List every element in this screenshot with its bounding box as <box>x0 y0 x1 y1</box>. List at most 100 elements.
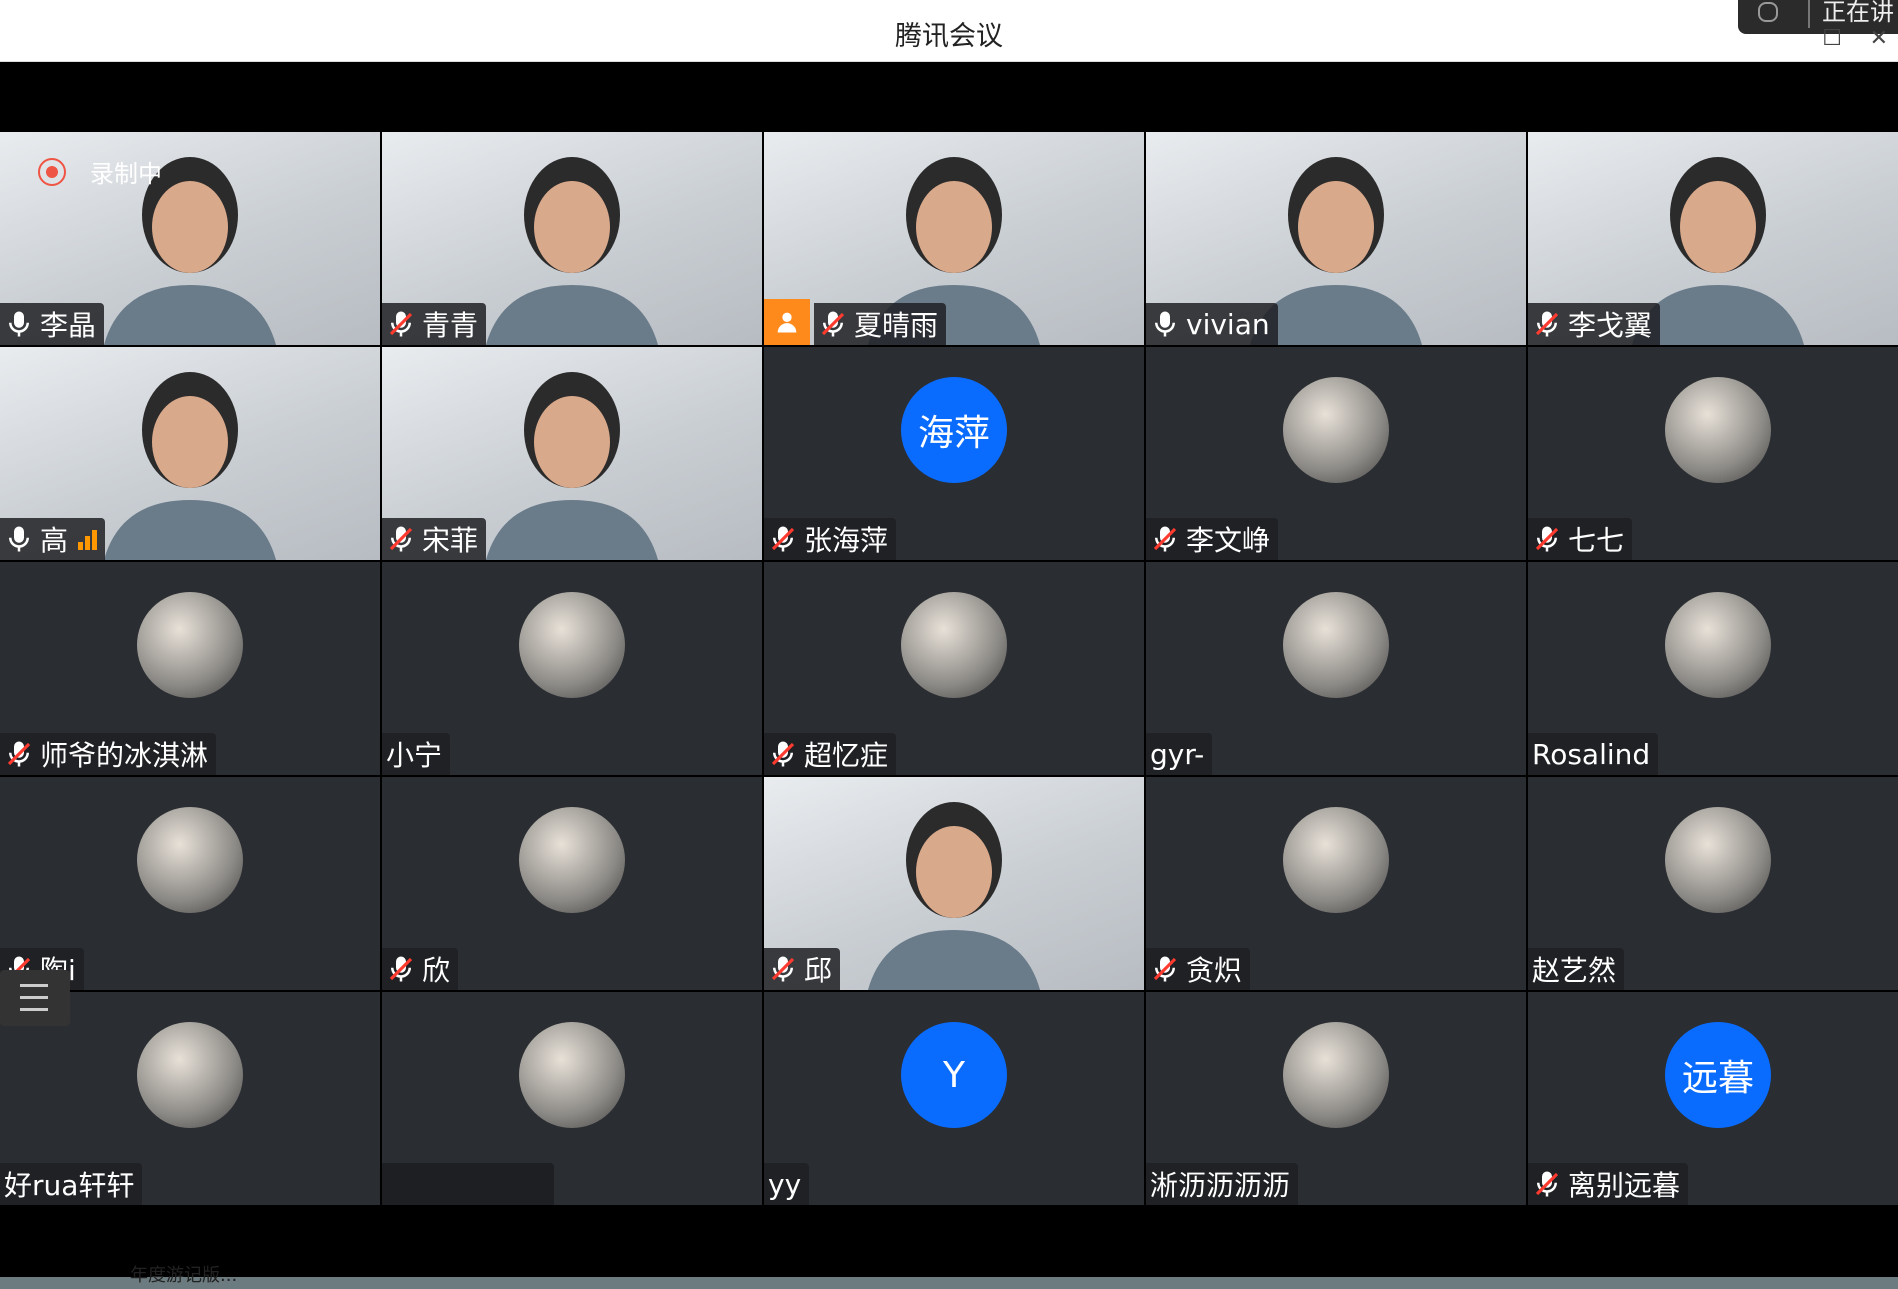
name-tag: 赵艺然 <box>1528 948 1625 990</box>
participant-tile[interactable]: gyr- <box>1146 562 1526 775</box>
microphone-muted-icon <box>386 309 416 339</box>
participant-tile[interactable]: 欣 <box>382 777 762 990</box>
name-tag: 好rua轩轩 <box>0 1163 143 1205</box>
microphone-muted-icon <box>1532 309 1562 339</box>
participant-tile[interactable]: 小宁 <box>382 562 762 775</box>
maximize-icon[interactable]: ☐ <box>1822 26 1842 51</box>
name-tag: 李文峥 <box>1146 518 1279 560</box>
participant-tile[interactable]: 青青 <box>382 132 762 345</box>
participant-name: Rosalind <box>1532 737 1651 771</box>
participant-list-button[interactable] <box>0 970 70 1026</box>
participant-tile[interactable]: 夏晴雨 <box>764 132 1144 345</box>
participant-avatar <box>901 592 1007 698</box>
participant-tile[interactable]: 邱 <box>764 777 1144 990</box>
title-bar: 腾讯会议 正在讲 ☐ ✕ <box>0 0 1898 62</box>
microphone-icon <box>4 309 34 339</box>
participant-name: yy <box>768 1167 802 1201</box>
microphone-muted-icon <box>4 739 34 769</box>
microphone-muted-icon <box>1532 524 1562 554</box>
participant-tile[interactable]: 李文峥 <box>1146 347 1526 560</box>
participant-tile[interactable]: Yyy <box>764 992 1144 1205</box>
video-grid: 录制中 李晶 青青 夏晴雨 vivian 李戈翼高宋菲 海萍 张海萍 李文峥 七七 师爷的冰淇淋 小宁… <box>0 132 1898 1207</box>
participant-tile[interactable]: 李戈翼 <box>1528 132 1898 345</box>
name-tag: 师爷的冰淇淋 <box>0 733 217 775</box>
name-tag: 李戈翼 <box>1528 303 1661 345</box>
participant-tile[interactable]: Rosalind <box>1528 562 1898 775</box>
participant-name: 欣 <box>422 954 451 987</box>
participant-avatar <box>1665 807 1771 913</box>
participant-name: 夏晴雨 <box>854 309 939 342</box>
name-tag: gyr- <box>1146 733 1213 775</box>
participant-avatar <box>1283 592 1389 698</box>
name-tag: 高 <box>0 518 106 560</box>
microphone-muted-icon <box>386 954 416 984</box>
close-icon[interactable]: ✕ <box>1870 26 1888 51</box>
signal-strength-icon <box>78 528 98 550</box>
participant-avatar <box>519 807 625 913</box>
host-icon <box>764 299 810 345</box>
name-tag: 宋菲 <box>382 518 487 560</box>
participant-name: 张海萍 <box>804 524 889 557</box>
participant-avatar <box>137 807 243 913</box>
divider <box>1808 0 1810 28</box>
person-silhouette <box>90 350 290 560</box>
participant-avatar: 远暮 <box>1665 1022 1771 1128</box>
bottom-text: 年度游记版... <box>130 1265 238 1286</box>
participant-name: 师爷的冰淇淋 <box>40 739 209 772</box>
participant-tile[interactable]: 超忆症 <box>764 562 1144 775</box>
participant-name: 离别远暮 <box>1568 1169 1681 1202</box>
participant-name: 邱 <box>804 954 833 987</box>
participant-name: vivian <box>1186 307 1270 341</box>
person-silhouette <box>472 350 672 560</box>
participant-tile[interactable] <box>382 992 762 1205</box>
participant-avatar: Y <box>901 1022 1007 1128</box>
participant-tile[interactable]: 师爷的冰淇淋 <box>0 562 380 775</box>
recording-label: 录制中 <box>90 160 162 188</box>
name-tag: 张海萍 <box>764 518 897 560</box>
recording-indicator: 录制中 <box>38 154 162 189</box>
name-tag: 离别远暮 <box>1528 1163 1689 1205</box>
participant-avatar <box>1283 377 1389 483</box>
microphone-muted-icon <box>768 954 798 984</box>
name-tag: 贪炽 <box>1146 948 1251 990</box>
participant-name: 超忆症 <box>804 739 889 772</box>
participant-tile[interactable]: 淅沥沥沥沥 <box>1146 992 1526 1205</box>
participant-tile[interactable]: 海萍张海萍 <box>764 347 1144 560</box>
participant-avatar <box>137 1022 243 1128</box>
participant-name: 淅沥沥沥沥 <box>1150 1169 1291 1202</box>
participant-tile[interactable]: 宋菲 <box>382 347 762 560</box>
participant-avatar <box>1283 1022 1389 1128</box>
participant-tile[interactable]: vivian <box>1146 132 1526 345</box>
participant-tile[interactable]: 赵艺然 <box>1528 777 1898 990</box>
participant-tile[interactable]: 远暮离别远暮 <box>1528 992 1898 1205</box>
participant-avatar: 海萍 <box>901 377 1007 483</box>
participant-tile[interactable]: 陶i <box>0 777 380 990</box>
name-tag <box>382 1163 554 1205</box>
participant-name: 李文峥 <box>1186 524 1271 557</box>
microphone-muted-icon <box>1150 954 1180 984</box>
participant-name: 好rua轩轩 <box>4 1169 135 1202</box>
participant-name: 青青 <box>422 309 479 342</box>
participant-name: 李晶 <box>40 309 97 342</box>
participant-avatar <box>519 592 625 698</box>
participant-name: 小宁 <box>386 739 443 772</box>
participant-avatar <box>137 592 243 698</box>
microphone-muted-icon <box>1532 1169 1562 1199</box>
mic-icon <box>1758 2 1778 22</box>
name-tag: 小宁 <box>382 733 451 775</box>
name-tag: vivian <box>1146 303 1278 345</box>
participant-name: 宋菲 <box>422 524 479 557</box>
participant-name: 七七 <box>1568 524 1625 557</box>
taskbar-strip: 年度游记版... <box>0 1265 1898 1289</box>
speaking-label: 正在讲 <box>1822 0 1894 26</box>
participant-tile[interactable]: 高 <box>0 347 380 560</box>
name-tag: 青青 <box>382 303 487 345</box>
participant-tile[interactable]: 录制中李晶 <box>0 132 380 345</box>
participant-tile[interactable]: 贪炽 <box>1146 777 1526 990</box>
name-tag: 李晶 <box>0 303 105 345</box>
participant-tile[interactable]: 七七 <box>1528 347 1898 560</box>
name-tag: yy <box>764 1163 810 1205</box>
microphone-muted-icon <box>386 524 416 554</box>
participant-name: 高 <box>40 524 69 557</box>
name-tag: 淅沥沥沥沥 <box>1146 1163 1299 1205</box>
